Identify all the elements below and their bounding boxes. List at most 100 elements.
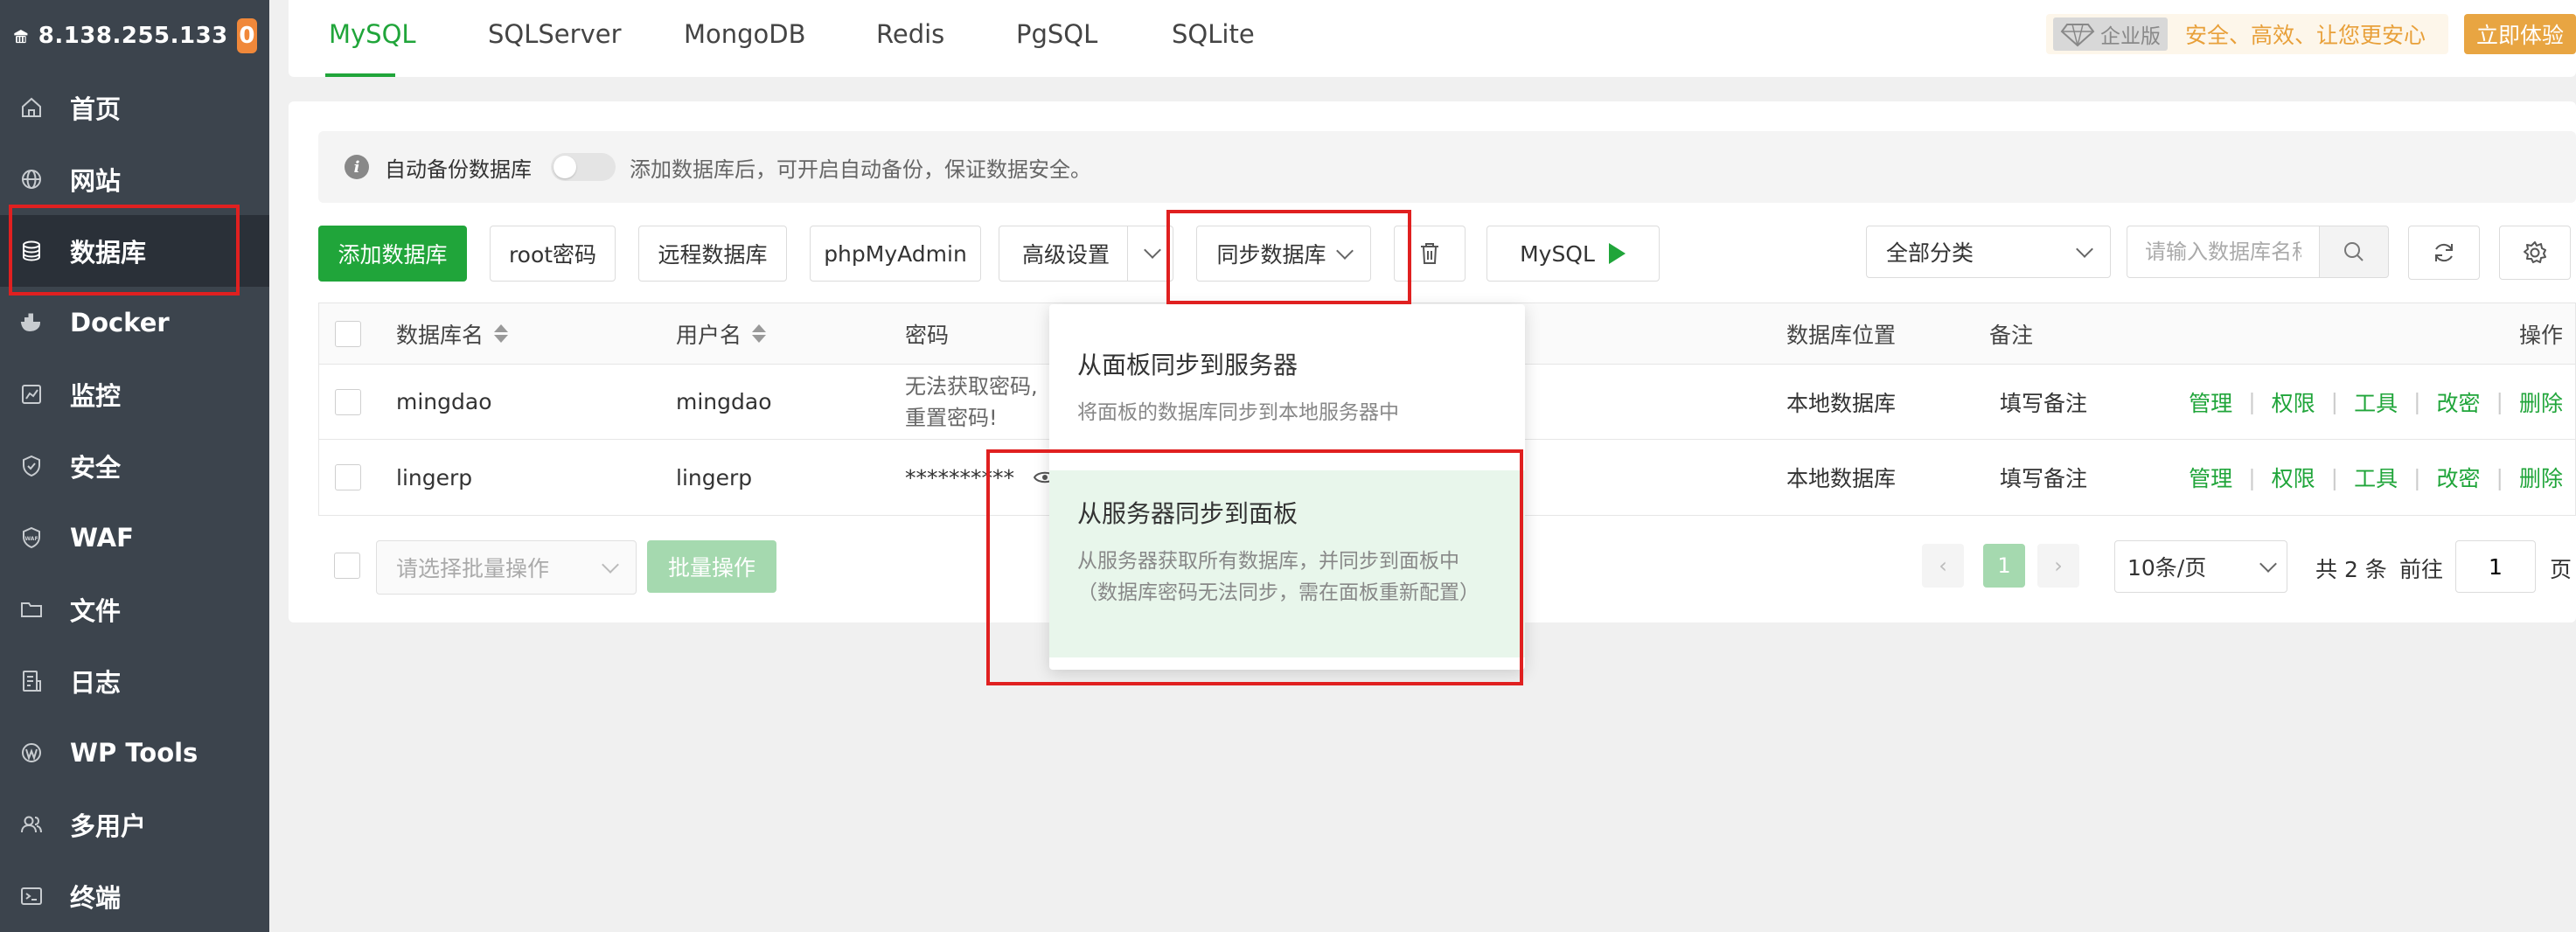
terminal-icon [21, 887, 42, 905]
category-select-value: 全部分类 [1886, 240, 1974, 266]
permission-link[interactable]: 权限 [2272, 386, 2315, 418]
add-database-button[interactable]: 添加数据库 [318, 226, 467, 282]
tab-redis[interactable]: Redis [876, 19, 944, 49]
password-note-line2[interactable]: 重置密码! [905, 402, 998, 434]
sidebar-item-label: 首页 [70, 94, 122, 124]
tab-pgsql[interactable]: PgSQL [1016, 19, 1097, 49]
manage-link[interactable]: 管理 [2189, 386, 2232, 418]
db-note[interactable]: 填写备注 [2000, 440, 2087, 515]
sidebar-item-waf[interactable]: WAF WAF [0, 502, 269, 574]
change-password-link[interactable]: 改密 [2437, 462, 2481, 493]
row-checkbox[interactable] [335, 388, 361, 415]
gear-icon [2524, 241, 2546, 263]
sidebar-item-security[interactable]: 安全 [0, 430, 269, 502]
sidebar-item-terminal[interactable]: 终端 [0, 860, 269, 932]
remote-database-button[interactable]: 远程数据库 [638, 226, 787, 282]
sidebar-item-label: 文件 [70, 596, 122, 626]
db-note[interactable]: 填写备注 [2000, 365, 2087, 439]
diamond-icon [2060, 24, 2095, 47]
folder-icon [21, 602, 42, 617]
info-icon: i [345, 155, 369, 179]
phpmyadmin-button[interactable]: phpMyAdmin [810, 226, 981, 282]
tab-mysql[interactable]: MySQL [329, 19, 416, 49]
tab-mongodb[interactable]: MongoDB [684, 19, 806, 49]
batch-action-select[interactable]: 请选择批量操作 [376, 540, 637, 595]
page-size-value: 10条/页 [2127, 555, 2207, 581]
next-page-button[interactable]: › [2037, 544, 2079, 588]
mysql-service-label: MySQL [1520, 240, 1595, 267]
refresh-button[interactable] [2408, 226, 2480, 280]
column-header-password: 密码 [905, 322, 950, 348]
db-user: mingdao [676, 389, 772, 414]
sidebar-item-monitor[interactable]: 监控 [0, 358, 269, 430]
docker-icon [20, 313, 41, 332]
tab-sqlite[interactable]: SQLite [1172, 19, 1255, 49]
sort-icon[interactable] [494, 324, 509, 343]
prev-page-button[interactable]: ‹ [1922, 544, 1964, 588]
chevron-down-icon[interactable] [1144, 241, 1161, 259]
batch-select-placeholder: 请选择批量操作 [396, 556, 550, 581]
sidebar: 8.138.255.133 0 首页 网站 数据库 Docker 监控 安全 W… [0, 0, 269, 932]
sidebar-item-label: 多用户 [70, 811, 147, 841]
sidebar-item-files[interactable]: 文件 [0, 574, 269, 645]
batch-select-all-checkbox[interactable] [334, 553, 360, 579]
delete-link[interactable]: 删除 [2519, 386, 2563, 418]
category-select[interactable]: 全部分类 [1866, 226, 2111, 278]
column-header-name[interactable]: 数据库名 [396, 303, 509, 364]
auto-backup-toggle[interactable] [551, 153, 616, 181]
logo-icon [14, 30, 28, 44]
monitor-icon [22, 385, 41, 404]
advanced-settings-label: 高级设置 [1022, 242, 1110, 268]
enterprise-promo[interactable]: 企业版 安全、高效、让您更安心 [2046, 14, 2448, 54]
batch-action-button[interactable]: 批量操作 [647, 540, 776, 593]
server-ip[interactable]: 8.138.255.133 [38, 23, 228, 49]
trash-icon [1421, 243, 1438, 264]
root-password-button[interactable]: root密码 [490, 226, 616, 282]
change-password-link[interactable]: 改密 [2437, 386, 2481, 418]
sidebar-item-label: 网站 [70, 166, 122, 196]
sidebar-item-logs[interactable]: 日志 [0, 645, 269, 717]
search-button[interactable] [2319, 226, 2389, 278]
sidebar-item-home[interactable]: 首页 [0, 72, 269, 143]
select-all-checkbox[interactable] [335, 320, 361, 347]
delete-link[interactable]: 删除 [2519, 462, 2563, 493]
db-password-note: 无法获取密码, 重置密码! [905, 365, 1038, 439]
sidebar-item-multi-user[interactable]: 多用户 [0, 789, 269, 860]
tools-link[interactable]: 工具 [2354, 462, 2398, 493]
highlight-sync-button [1166, 210, 1411, 304]
notification-badge[interactable]: 0 [236, 18, 257, 53]
row-checkbox[interactable] [335, 464, 361, 490]
total-count: 共 2 条 [2315, 557, 2387, 582]
database-search-input[interactable] [2127, 226, 2319, 278]
edition-label: 企业版 [2100, 25, 2161, 48]
auto-backup-notice: i 自动备份数据库 添加数据库后，可开启自动备份，保证数据安全。 [318, 131, 2576, 203]
sidebar-item-label: WAF [70, 523, 134, 553]
page-size-select[interactable]: 10条/页 [2114, 540, 2287, 593]
manage-link[interactable]: 管理 [2189, 462, 2232, 493]
permission-link[interactable]: 权限 [2272, 462, 2315, 493]
auto-backup-label: 自动备份数据库 [385, 156, 532, 182]
tab-sqlserver[interactable]: SQLServer [488, 19, 622, 49]
mysql-service-button[interactable]: MySQL [1486, 226, 1660, 282]
refresh-icon [2435, 243, 2453, 262]
highlight-server-to-panel-item [986, 449, 1523, 685]
db-location: 本地数据库 [1786, 466, 1897, 491]
page-number[interactable]: 1 [1983, 544, 2025, 588]
sidebar-item-label: 安全 [70, 453, 122, 483]
advanced-settings-button[interactable]: 高级设置 [999, 226, 1173, 282]
try-now-button[interactable]: 立即体验 [2464, 14, 2576, 54]
column-header-location: 数据库位置 [1786, 322, 1897, 348]
sidebar-item-label: Docker [70, 308, 170, 337]
db-name: lingerp [396, 464, 473, 490]
shield-icon [23, 455, 40, 477]
sync-panel-to-server-item[interactable]: 从面板同步到服务器 将面板的数据库同步到本地服务器中 [1049, 346, 1525, 428]
settings-button[interactable] [2499, 226, 2571, 280]
column-header-user[interactable]: 用户名 [676, 303, 767, 364]
sidebar-item-wp-tools[interactable]: WP Tools [0, 717, 269, 789]
users-icon [21, 816, 42, 833]
sort-icon[interactable] [752, 324, 767, 343]
tools-link[interactable]: 工具 [2354, 386, 2398, 418]
waf-icon: WAF [23, 526, 40, 549]
goto-page-input[interactable] [2455, 540, 2536, 593]
sidebar-item-docker[interactable]: Docker [0, 287, 269, 358]
